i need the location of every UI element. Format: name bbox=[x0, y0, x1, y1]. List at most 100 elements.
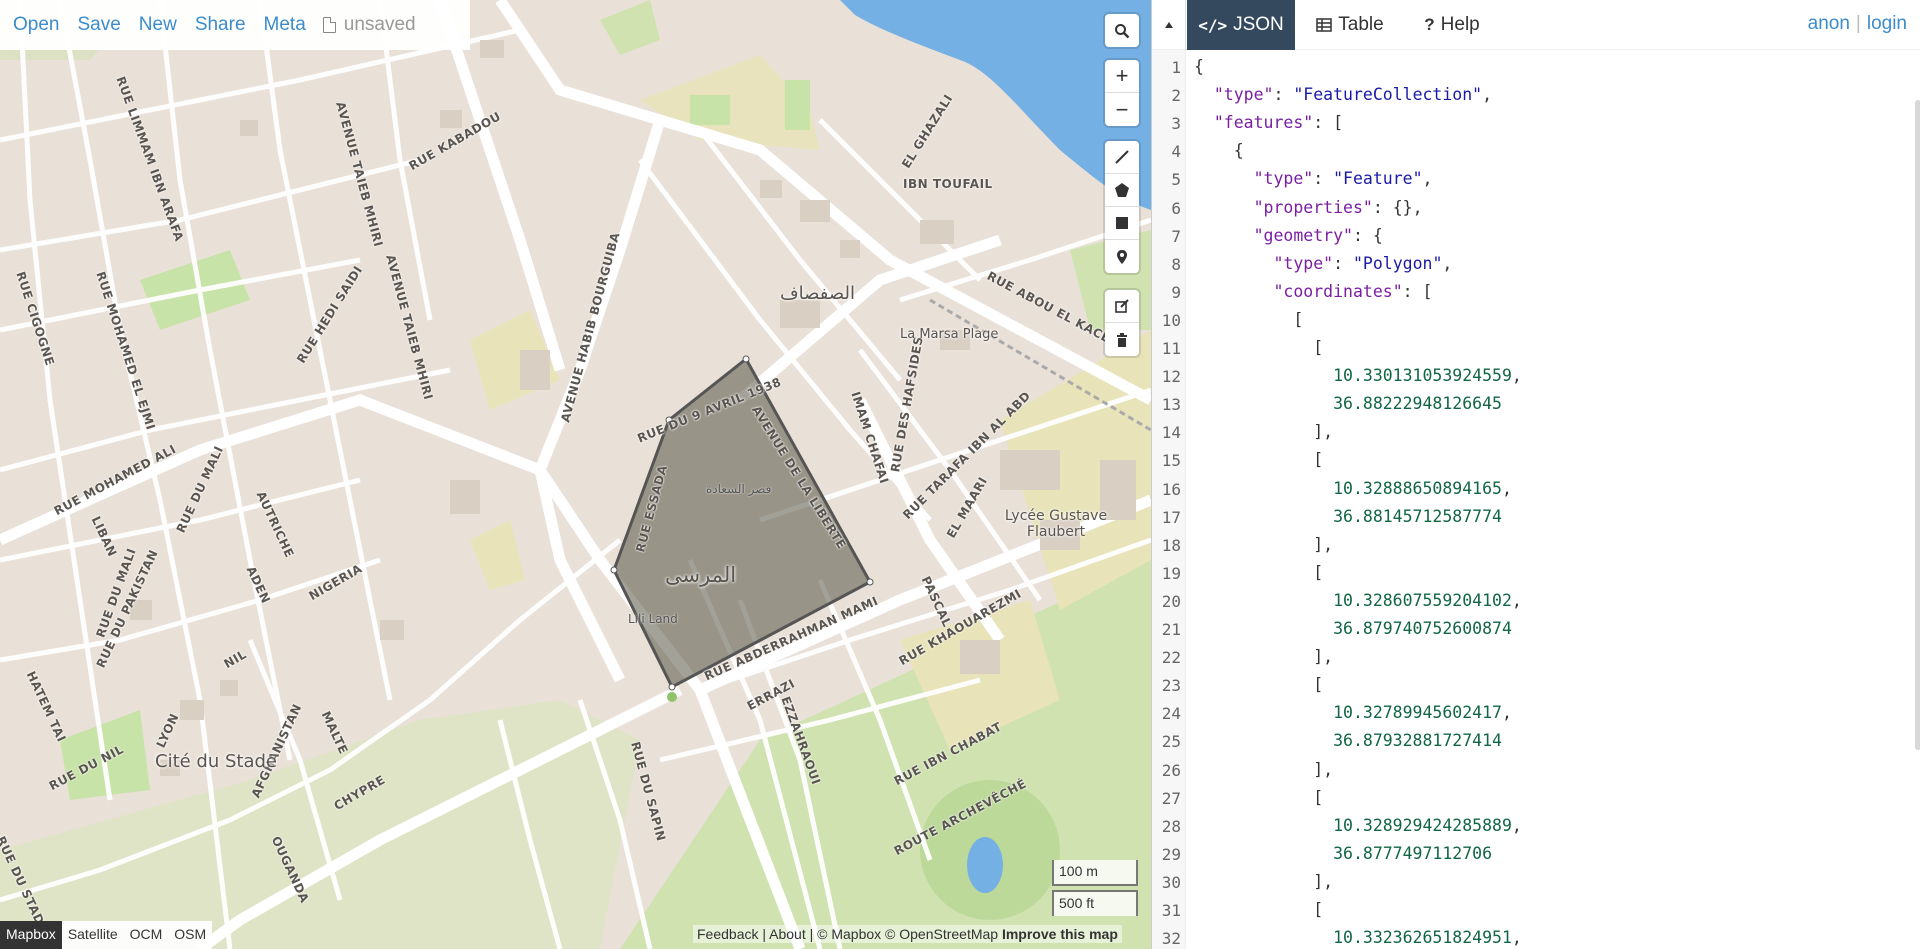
line-number: 22 bbox=[1161, 648, 1181, 668]
tab-table-label: Table bbox=[1338, 14, 1384, 35]
line-number: 32 bbox=[1161, 929, 1181, 949]
layer-ocm[interactable]: OCM bbox=[124, 921, 169, 949]
map-canvas[interactable]: RUE LIMMAM IBN ARAFA AVENUE TAIEB MHIRI … bbox=[0, 0, 1151, 949]
code-line: 10.330131053924559, bbox=[1333, 366, 1522, 386]
layer-mapbox[interactable]: Mapbox bbox=[0, 921, 62, 949]
draw-rectangle-button[interactable] bbox=[1105, 207, 1139, 240]
save-button[interactable]: Save bbox=[68, 14, 129, 36]
tab-table[interactable]: Table bbox=[1300, 0, 1400, 50]
line-number: 11 bbox=[1161, 339, 1181, 358]
map-scale: 100 m 500 ft bbox=[1052, 860, 1138, 920]
code-line: 10.328607559204102, bbox=[1333, 590, 1522, 610]
edit-control bbox=[1105, 290, 1139, 356]
open-button[interactable]: Open bbox=[4, 14, 68, 36]
place-label: La Marsa Plage bbox=[900, 327, 999, 342]
line-number: 24 bbox=[1161, 704, 1181, 724]
table-icon bbox=[1316, 18, 1333, 32]
user-links: anon | login bbox=[1807, 13, 1907, 34]
line-number: 26 bbox=[1161, 760, 1181, 780]
share-button[interactable]: Share bbox=[186, 14, 255, 36]
line-number: 15 bbox=[1161, 451, 1181, 471]
code-line: 10.332362651824951, bbox=[1333, 928, 1522, 948]
line-number: 20 bbox=[1161, 591, 1181, 611]
line-number: 27 bbox=[1161, 788, 1181, 808]
json-editor[interactable]: 1 2 3 4 5 6 7 8 9 10 11 12 13 14 15 16 17 18 19 20 21 22 23 24 2… bbox=[1152, 50, 1920, 949]
draw-marker-button[interactable] bbox=[1105, 240, 1139, 273]
tab-json[interactable]: </> JSON bbox=[1187, 0, 1295, 50]
line-number: 8 bbox=[1171, 254, 1181, 274]
line-number: 4 bbox=[1171, 142, 1181, 162]
place-label: المرسى bbox=[665, 563, 737, 587]
draw-line-button[interactable] bbox=[1105, 141, 1139, 174]
file-menu: Open Save New Share Meta unsaved bbox=[0, 0, 470, 50]
line-number: 5 bbox=[1171, 170, 1181, 190]
zoom-in-button[interactable]: + bbox=[1105, 60, 1139, 93]
editor-scrollbar[interactable] bbox=[1915, 100, 1920, 750]
login-link[interactable]: login bbox=[1867, 13, 1907, 34]
delete-layers-button[interactable] bbox=[1105, 323, 1139, 356]
line-number: 14 bbox=[1161, 423, 1181, 443]
line-number: 10 bbox=[1161, 310, 1181, 330]
line-number: 1 bbox=[1171, 58, 1181, 77]
line-number: 12 bbox=[1161, 367, 1181, 387]
new-button[interactable]: New bbox=[130, 14, 186, 36]
code-line: { bbox=[1194, 57, 1204, 76]
side-panel: </> JSON Table ? Help anon | login 1234567… bbox=[1151, 0, 1920, 949]
line-number: 7 bbox=[1171, 226, 1181, 246]
rectangle-icon bbox=[1116, 217, 1128, 229]
search-control bbox=[1105, 14, 1139, 47]
code-line: ], bbox=[1194, 534, 1334, 554]
layer-satellite[interactable]: Satellite bbox=[62, 921, 124, 949]
code-line: 36.88145712587774 bbox=[1333, 506, 1502, 526]
meta-button[interactable]: Meta bbox=[255, 14, 315, 36]
code-line: 10.328929424285889, bbox=[1333, 815, 1522, 835]
line-number: 31 bbox=[1161, 901, 1181, 920]
code-line: ], bbox=[1194, 759, 1334, 779]
marker-icon bbox=[1117, 249, 1127, 264]
line-number: 17 bbox=[1161, 507, 1181, 527]
collapse-panel-button[interactable] bbox=[1152, 0, 1186, 50]
layer-osm[interactable]: OSM bbox=[168, 921, 212, 949]
search-icon bbox=[1115, 23, 1130, 38]
code-line: ], bbox=[1194, 871, 1334, 891]
code-line: "type": "Feature", bbox=[1253, 169, 1433, 189]
code-line: [ bbox=[1194, 675, 1324, 695]
line-number: 13 bbox=[1161, 395, 1181, 415]
line-number: 28 bbox=[1161, 816, 1181, 836]
improve-map-link[interactable]: Improve this map bbox=[1002, 926, 1118, 942]
line-number: 2 bbox=[1171, 86, 1181, 106]
draw-polygon-button[interactable] bbox=[1105, 174, 1139, 207]
tab-help-label: Help bbox=[1440, 14, 1480, 35]
code-line: ], bbox=[1194, 647, 1334, 667]
panel-tabs: </> JSON Table ? Help anon | login bbox=[1152, 0, 1920, 50]
draw-control bbox=[1105, 141, 1139, 273]
zoom-out-button[interactable]: − bbox=[1105, 93, 1139, 126]
code-line: [ bbox=[1194, 338, 1324, 357]
line-number: 21 bbox=[1161, 620, 1181, 639]
poi-label: قصر السعادة bbox=[706, 482, 772, 496]
line-number-gutter: 1 2 3 4 5 6 7 8 9 10 11 12 13 14 15 16 17 18 19 20 21 22 23 24 2… bbox=[1152, 50, 1186, 949]
code-line: "features": [ bbox=[1213, 113, 1344, 133]
code-line: [ bbox=[1194, 450, 1324, 470]
file-icon bbox=[322, 17, 336, 33]
line-number: 18 bbox=[1161, 535, 1181, 555]
line-number: 6 bbox=[1171, 198, 1181, 218]
scale-imperial: 500 ft bbox=[1052, 890, 1138, 916]
code-line: 10.32888650894165, bbox=[1333, 478, 1512, 498]
attribution-text[interactable]: Feedback | About | © Mapbox © OpenStreet… bbox=[697, 926, 998, 942]
edit-layers-button[interactable] bbox=[1105, 290, 1139, 323]
user-link[interactable]: anon bbox=[1808, 13, 1850, 34]
code-line: { bbox=[1194, 141, 1244, 161]
search-button[interactable] bbox=[1105, 14, 1139, 47]
file-status-label: unsaved bbox=[343, 14, 416, 35]
line-number: 9 bbox=[1171, 282, 1181, 302]
poi-label: Lili Land bbox=[628, 612, 678, 626]
layer-switcher: Mapbox Satellite OCM OSM bbox=[0, 921, 213, 949]
code-line: [ bbox=[1194, 900, 1324, 919]
code-line: "coordinates": [ bbox=[1273, 281, 1433, 301]
line-number: 3 bbox=[1171, 114, 1181, 134]
polygon-icon bbox=[1115, 183, 1129, 197]
caret-up-icon bbox=[1164, 22, 1173, 28]
tab-help[interactable]: ? Help bbox=[1407, 0, 1497, 50]
line-number: 25 bbox=[1161, 732, 1181, 752]
